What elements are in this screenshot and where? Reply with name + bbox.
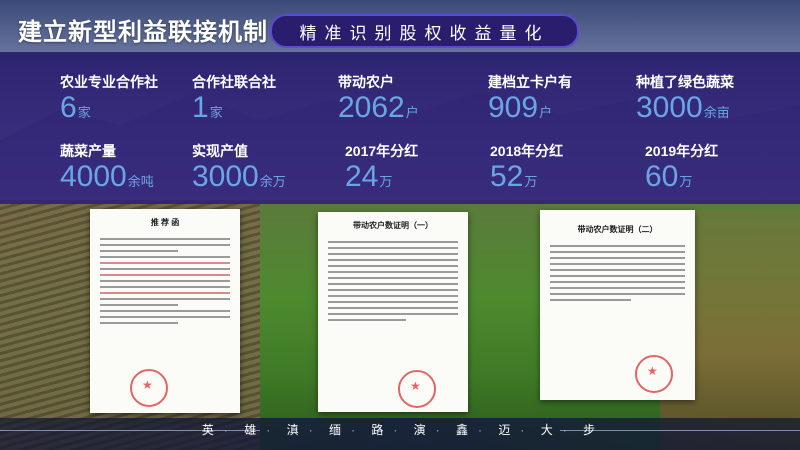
doc-title: 推 荐 函: [150, 218, 180, 227]
stat-farmers: 带动农户 2062户: [338, 72, 419, 129]
seal-icon: [635, 355, 673, 393]
seal-icon: [130, 369, 168, 407]
stat-dividend-2018: 2018年分红 52万: [490, 141, 563, 198]
subtitle-text: 精准识别股权收益量化: [299, 23, 550, 43]
stat-value: 2062户: [338, 91, 419, 124]
stat-dividend-2017: 2017年分红 24万: [345, 141, 418, 198]
stat-value: 60万: [645, 160, 693, 193]
doc-title: 带动农户数证明（一）: [353, 221, 433, 230]
stat-output-value: 实现产值 3000余万: [192, 141, 286, 198]
seal-icon: [398, 370, 436, 408]
stat-value: 52万: [490, 160, 538, 193]
stat-value: 909户: [488, 91, 553, 124]
stat-value: 3000余万: [192, 160, 286, 193]
farmers-certificate-1[interactable]: 带动农户数证明（一）: [318, 212, 468, 412]
stat-vegetable-output: 蔬菜产量 4000余吨: [60, 141, 154, 198]
stat-value: 6家: [60, 91, 91, 124]
stat-label: 2019年分红: [645, 143, 719, 159]
stat-union: 合作社联合社 1家: [192, 72, 276, 129]
doc-title: 带动农户数证明（二）: [577, 225, 658, 234]
stat-value: 24万: [345, 160, 393, 193]
stat-vegetable-area: 种植了绿色蔬菜 3000余亩: [636, 72, 734, 129]
stat-registered-households: 建档立卡户有 909户: [488, 72, 572, 129]
farmers-certificate-2[interactable]: 带动农户数证明（二）: [540, 210, 695, 400]
stat-label: 农业专业合作社: [60, 74, 158, 90]
footer-slogan: 英 · 雄 · 滇 · 缅 · 路 · 演 · 鑫 · 迈 · 大 · 步: [201, 423, 599, 437]
page-title: 建立新型利益联接机制: [18, 19, 268, 46]
stat-label: 种植了绿色蔬菜: [636, 74, 734, 90]
stat-label: 2017年分红: [345, 143, 419, 159]
stat-label: 合作社联合社: [192, 74, 276, 90]
stat-label: 带动农户: [338, 74, 394, 90]
stat-value: 3000余亩: [636, 91, 730, 124]
stat-label: 实现产值: [192, 143, 248, 159]
recommendation-letter[interactable]: 推 荐 函: [90, 209, 240, 413]
stat-value: 1家: [192, 91, 223, 124]
stat-label: 蔬菜产量: [60, 143, 116, 159]
stat-cooperatives: 农业专业合作社 6家: [60, 72, 158, 129]
stat-value: 4000余吨: [60, 160, 154, 193]
stat-label: 2018年分红: [490, 143, 564, 159]
stat-dividend-2019: 2019年分红 60万: [645, 141, 718, 198]
subtitle-pill: 精准识别股权收益量化: [270, 14, 579, 48]
stat-label: 建档立卡户有: [488, 74, 572, 90]
